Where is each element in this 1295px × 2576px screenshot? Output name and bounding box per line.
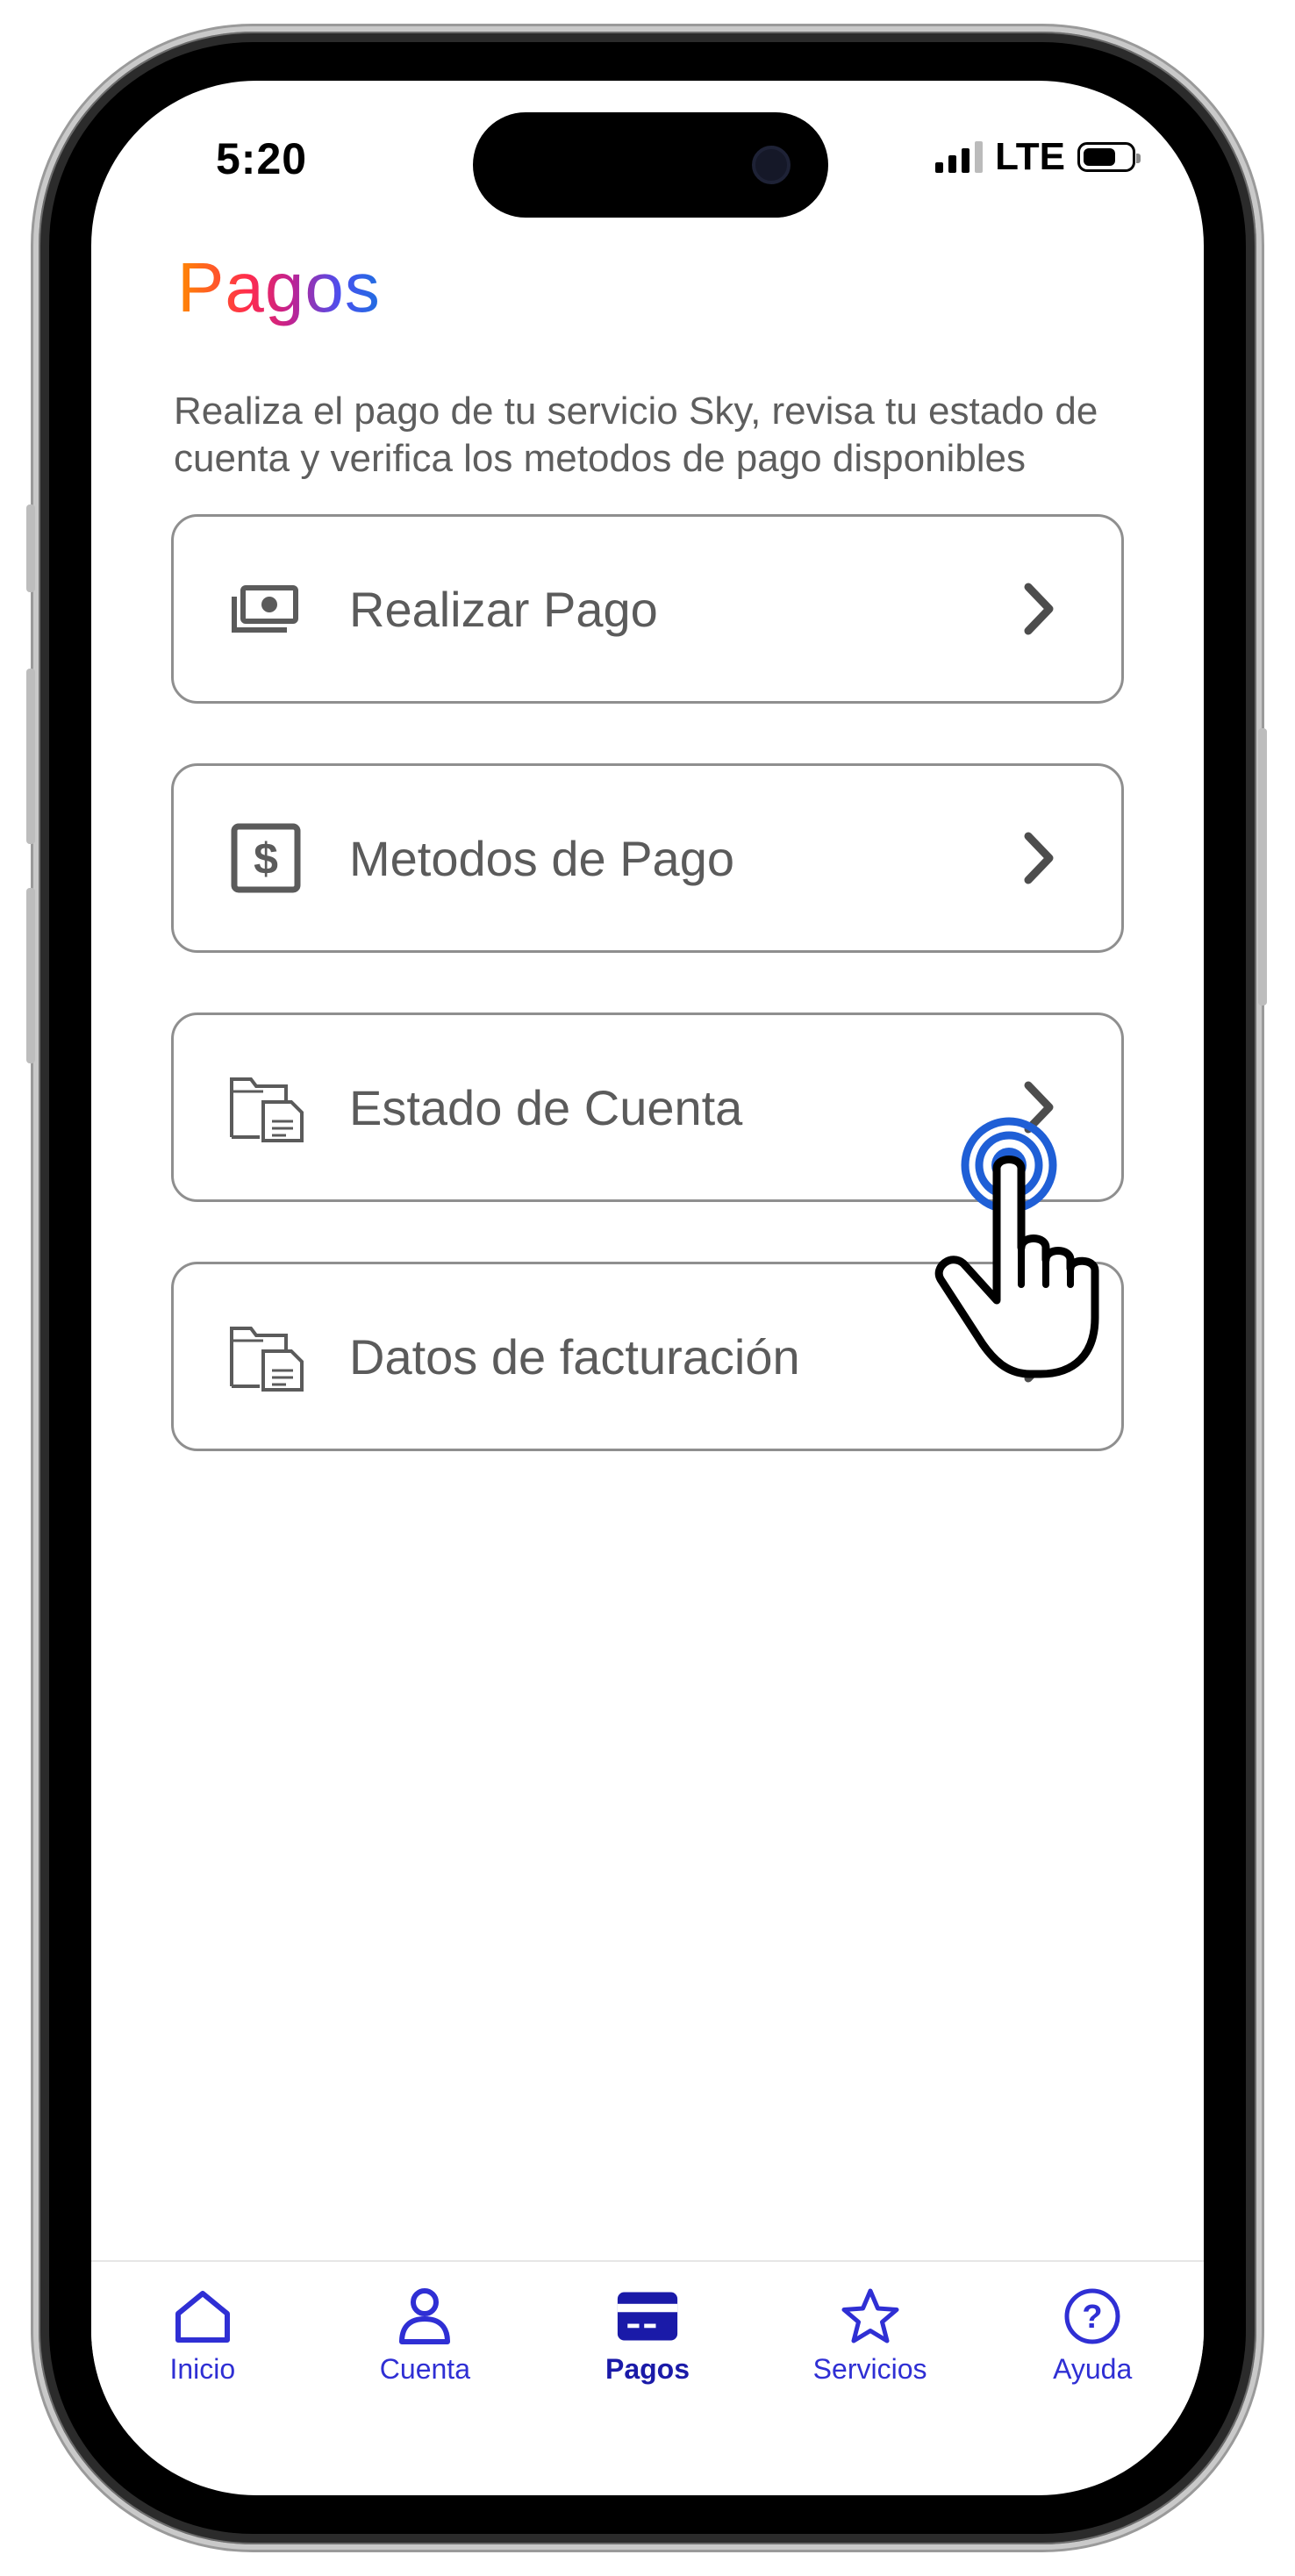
tab-ayuda[interactable]: ? Ayuda <box>981 2262 1204 2436</box>
menu-item-label: Datos de facturación <box>349 1328 800 1385</box>
user-icon <box>393 2285 456 2348</box>
app-screen: 5:20 LTE Pagos Realiza el pago de tu ser… <box>91 81 1204 2495</box>
battery-icon <box>1077 142 1141 172</box>
tab-label: Inicio <box>169 2353 236 2385</box>
action-button <box>26 504 35 592</box>
dynamic-island <box>473 112 828 218</box>
chevron-right-icon <box>1012 823 1065 893</box>
tab-servicios[interactable]: Servicios <box>759 2262 982 2436</box>
bottom-tab-bar: Inicio Cuenta Pagos Servicios ? Ayuda <box>91 2260 1204 2436</box>
page-subtitle: Realiza el pago de tu servicio Sky, revi… <box>174 390 1098 480</box>
power-button <box>1258 728 1267 1005</box>
help-icon: ? <box>1061 2285 1124 2348</box>
menu-item-label: Realizar Pago <box>349 581 658 637</box>
volume-up-button <box>26 669 35 844</box>
tab-label: Cuenta <box>379 2353 470 2385</box>
tab-cuenta[interactable]: Cuenta <box>314 2262 537 2436</box>
card-icon <box>616 2285 679 2348</box>
star-icon <box>839 2285 902 2348</box>
menu-item-label: Estado de Cuenta <box>349 1079 743 1135</box>
status-time: 5:20 <box>216 134 308 183</box>
tab-label: Servicios <box>812 2353 927 2385</box>
cash-icon <box>226 569 305 648</box>
signal-icon <box>935 141 984 173</box>
menu-item-realizar-pago[interactable]: Realizar Pago <box>171 514 1124 704</box>
page-title: Pagos <box>177 248 381 326</box>
tab-inicio[interactable]: Inicio <box>91 2262 314 2436</box>
volume-down-button <box>26 888 35 1063</box>
tab-pagos[interactable]: Pagos <box>536 2262 759 2436</box>
status-indicators: LTE <box>935 135 1141 179</box>
chevron-right-icon <box>1012 574 1065 644</box>
folder-document-icon <box>226 1068 305 1147</box>
tap-gesture-icon <box>934 1081 1144 1379</box>
network-label: LTE <box>995 135 1065 178</box>
camera-icon <box>752 146 791 184</box>
tab-label: Ayuda <box>1053 2353 1133 2385</box>
menu-item-metodos-de-pago[interactable]: $ Metodos de Pago <box>171 763 1124 953</box>
svg-text:$: $ <box>254 834 278 884</box>
tab-label: Pagos <box>605 2353 690 2385</box>
folder-document-icon <box>226 1317 305 1396</box>
dollar-icon: $ <box>226 819 305 898</box>
svg-text:?: ? <box>1083 2299 1103 2336</box>
home-icon <box>171 2285 234 2348</box>
menu-item-label: Metodos de Pago <box>349 830 734 886</box>
